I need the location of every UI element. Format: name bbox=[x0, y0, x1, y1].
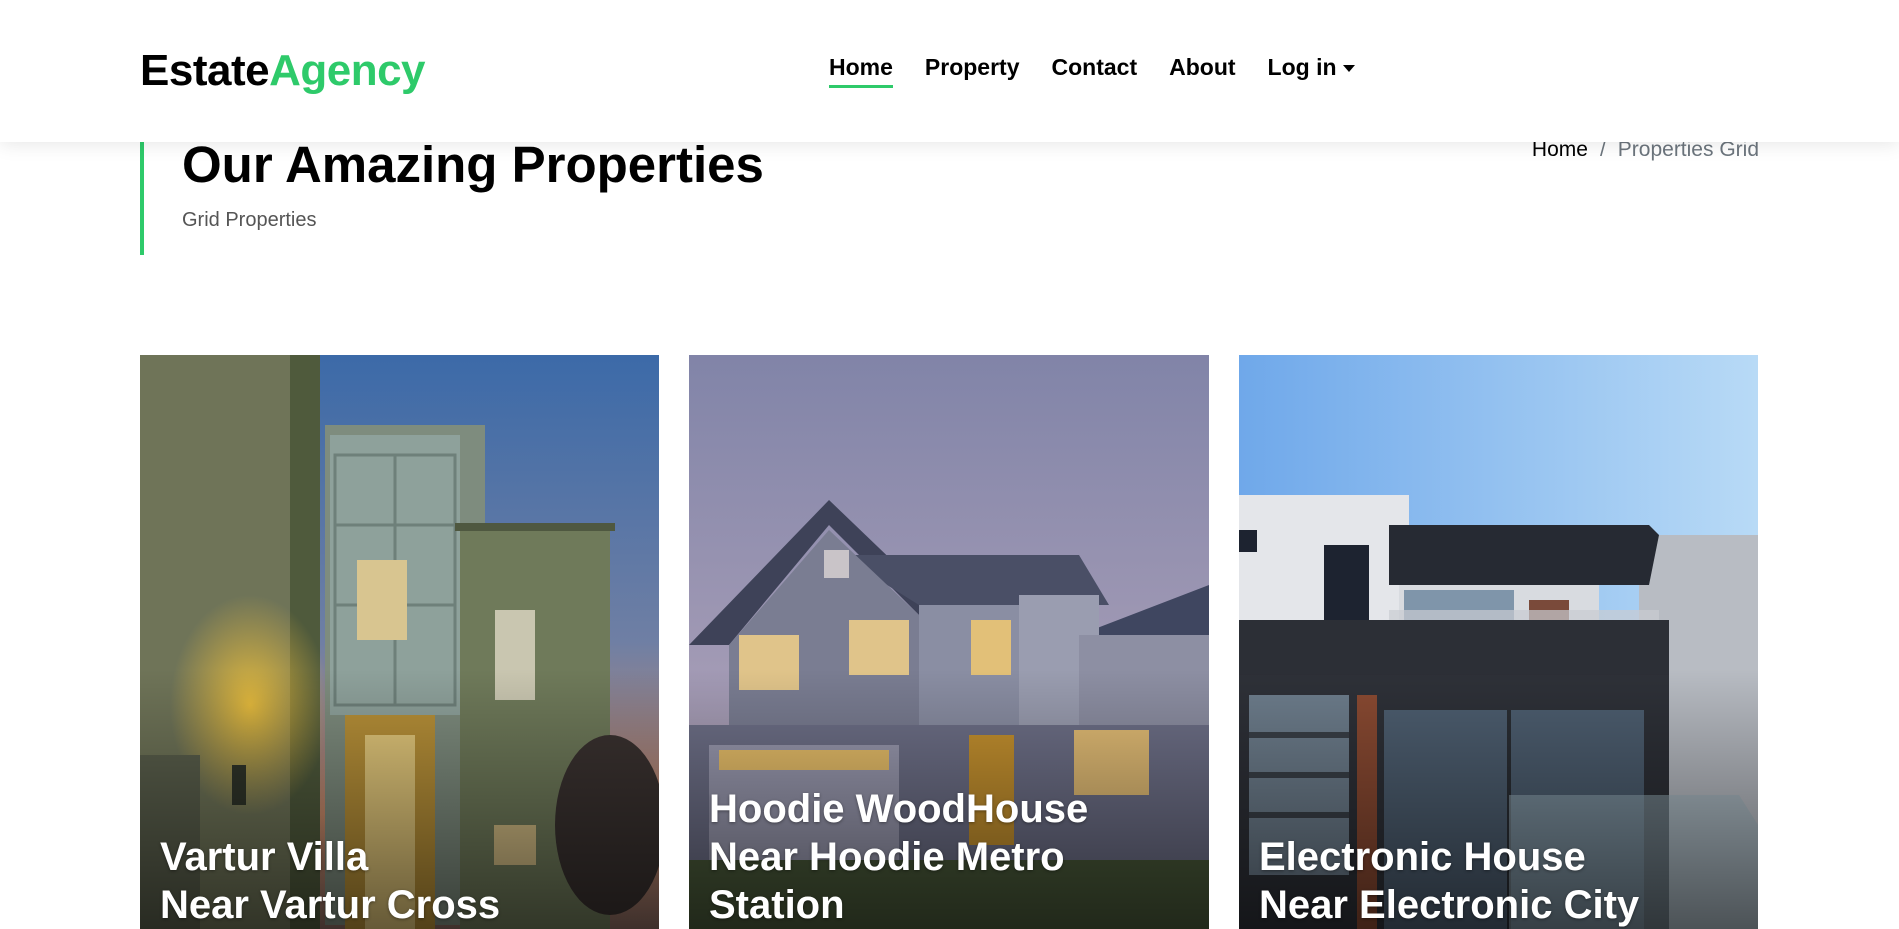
intro-accent-bar bbox=[140, 142, 144, 255]
main-nav: Home Property Contact About Log in bbox=[829, 50, 1355, 88]
property-title-line: Hoodie WoodHouse bbox=[709, 787, 1089, 831]
nav-about[interactable]: About bbox=[1169, 50, 1235, 84]
nav-login-dropdown[interactable]: Log in bbox=[1268, 50, 1355, 84]
property-title[interactable]: Hoodie WoodHouse Near Hoodie Metro Stati… bbox=[709, 785, 1088, 929]
brand-logo[interactable]: EstateAgency bbox=[140, 44, 426, 98]
property-title-line: Electronic House bbox=[1259, 835, 1586, 879]
property-title[interactable]: Electronic House Near Electronic City bbox=[1259, 833, 1639, 929]
caret-down-icon bbox=[1342, 64, 1355, 72]
page-subtitle: Grid Properties bbox=[182, 209, 317, 231]
property-card[interactable]: Vartur Villa Near Vartur Cross bbox=[140, 355, 659, 929]
page-title: Our Amazing Properties bbox=[182, 136, 764, 193]
nav-property[interactable]: Property bbox=[925, 50, 1020, 84]
property-title-line: Vartur Villa bbox=[160, 835, 369, 879]
nav-contact[interactable]: Contact bbox=[1052, 50, 1138, 84]
property-title[interactable]: Vartur Villa Near Vartur Cross bbox=[160, 833, 500, 929]
navbar: EstateAgency Home Property Contact About… bbox=[0, 0, 1899, 142]
nav-home[interactable]: Home bbox=[829, 50, 893, 88]
property-card[interactable]: Hoodie WoodHouse Near Hoodie Metro Stati… bbox=[689, 355, 1209, 929]
brand-part-2: Agency bbox=[269, 46, 426, 95]
property-card[interactable]: Electronic House Near Electronic City bbox=[1239, 355, 1758, 929]
property-title-line: Near Hoodie Metro bbox=[709, 835, 1065, 879]
property-title-line: Station bbox=[709, 883, 845, 927]
brand-part-1: Estate bbox=[140, 46, 270, 95]
property-title-line: Near Electronic City bbox=[1259, 883, 1640, 927]
nav-login-label: Log in bbox=[1267, 54, 1337, 80]
property-title-line: Near Vartur Cross bbox=[160, 883, 501, 927]
